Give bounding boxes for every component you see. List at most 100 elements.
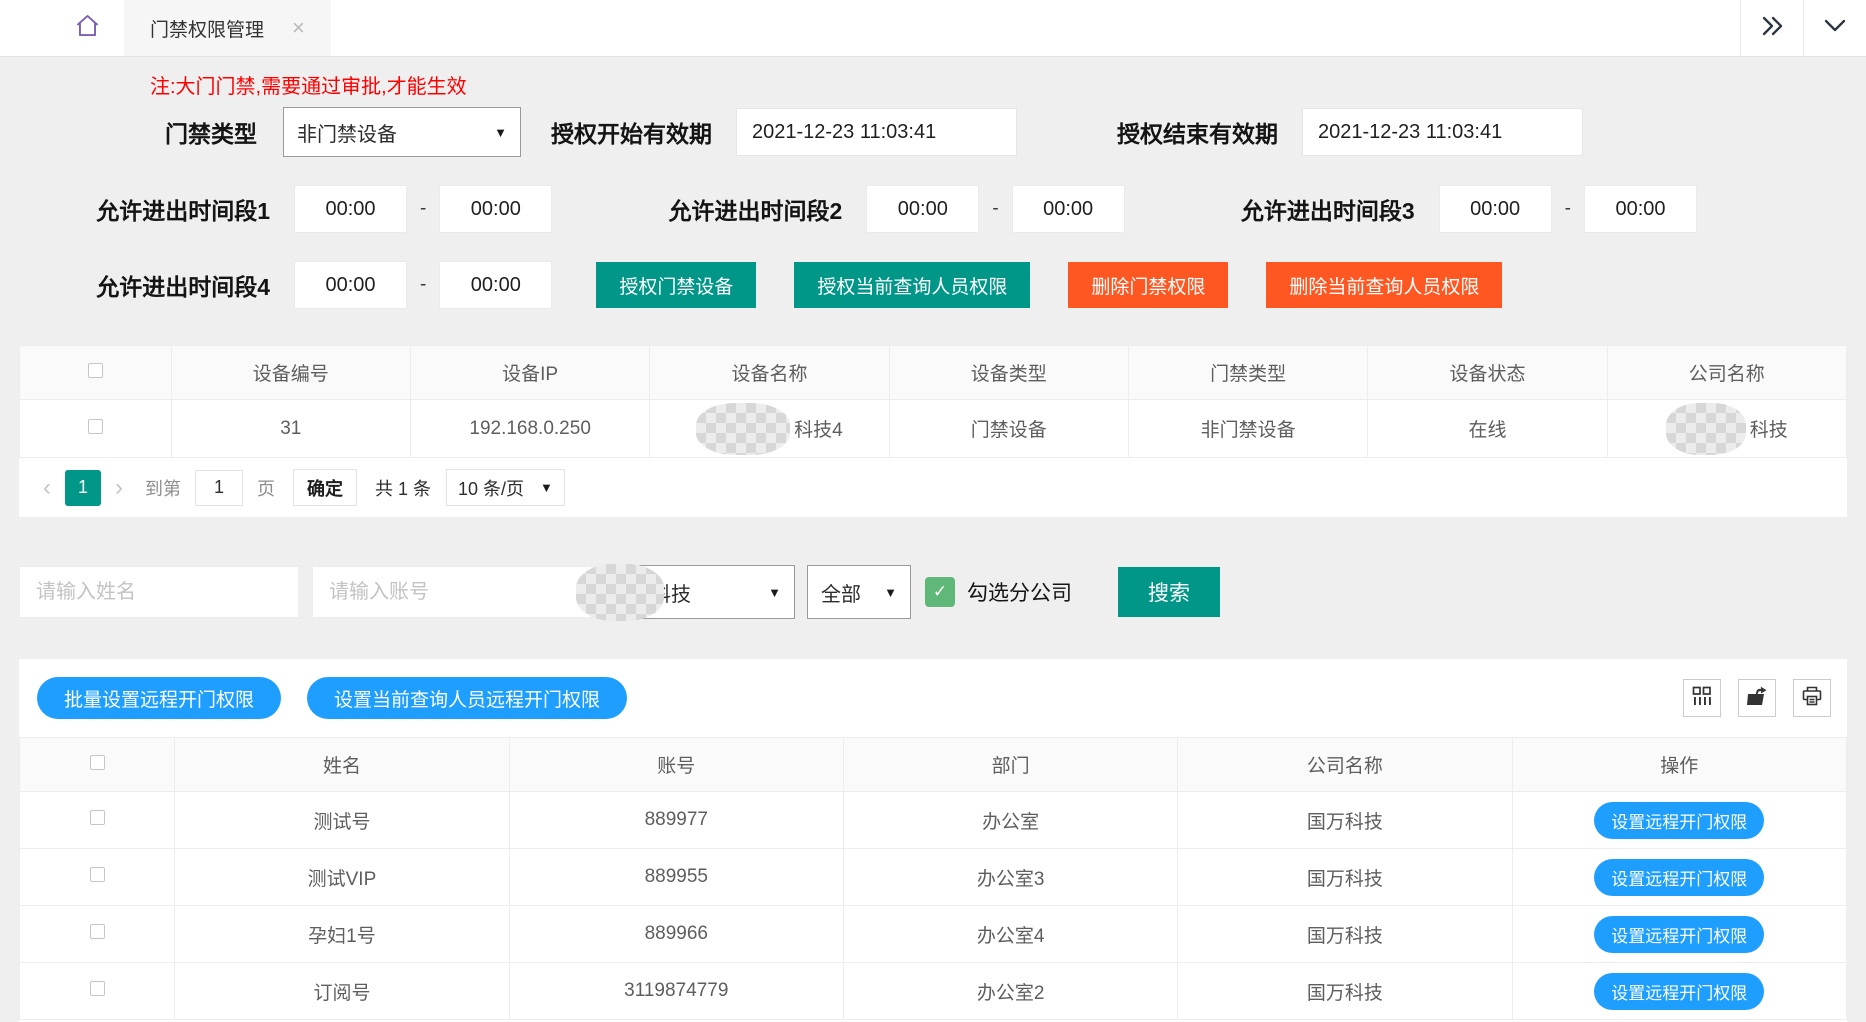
- tab-menu-button[interactable]: [1803, 0, 1866, 56]
- branch-checkbox-label: 勾选分公司: [967, 577, 1072, 607]
- authorize-device-button[interactable]: 授权门禁设备: [596, 262, 756, 308]
- tab-door-permission[interactable]: 门禁权限管理 ×: [124, 0, 331, 56]
- department-cell: 办公室3: [843, 849, 1177, 906]
- select-all-checkbox[interactable]: [90, 755, 105, 770]
- person-name-cell: 孕妇1号: [175, 906, 509, 963]
- department-cell: 办公室2: [843, 963, 1177, 1020]
- person-table-header-row: 姓名 账号 部门 公司名称 操作: [20, 738, 1847, 792]
- current-page-button[interactable]: 1: [65, 470, 101, 506]
- page-label: 页: [257, 475, 275, 501]
- company-cell: 国万科技: [1178, 792, 1512, 849]
- company-select[interactable]: 科技 ▼: [605, 565, 795, 619]
- period-2-label: 允许进出时间段2: [608, 192, 842, 226]
- delete-current-persons-button[interactable]: 删除当前查询人员权限: [1266, 262, 1502, 308]
- select-all-cell: [20, 346, 172, 400]
- period-1-label: 允许进出时间段1: [36, 192, 270, 226]
- period-2-to-input[interactable]: [1012, 185, 1125, 233]
- period-4-label: 允许进出时间段4: [36, 268, 270, 302]
- row-checkbox[interactable]: [88, 419, 103, 434]
- select-all-cell: [20, 738, 175, 792]
- period-1-from-input[interactable]: [294, 185, 407, 233]
- period-4-to-input[interactable]: [439, 261, 552, 309]
- account-search-input[interactable]: [312, 566, 592, 618]
- authorize-current-persons-button[interactable]: 授权当前查询人员权限: [794, 262, 1030, 308]
- period-2-from-input[interactable]: [866, 185, 979, 233]
- period-group-2: 允许进出时间段2 -: [608, 185, 1124, 233]
- tab-label: 门禁权限管理: [150, 15, 264, 42]
- current-persons-remote-open-button[interactable]: 设置当前查询人员远程开门权限: [307, 677, 627, 719]
- goto-page-input[interactable]: [195, 470, 243, 506]
- time-periods-row-2: 允许进出时间段4 - 授权门禁设备 授权当前查询人员权限 删除门禁权限 删除当前…: [0, 261, 1866, 309]
- row-checkbox[interactable]: [90, 924, 105, 939]
- device-status-cell: 在线: [1368, 400, 1607, 458]
- device-id-cell: 31: [171, 400, 410, 458]
- delete-door-permission-button[interactable]: 删除门禁权限: [1068, 262, 1228, 308]
- column-filter-button[interactable]: [1683, 679, 1721, 717]
- row-checkbox[interactable]: [90, 981, 105, 996]
- person-name-cell: 测试号: [175, 792, 509, 849]
- expand-tabs-button[interactable]: [1740, 0, 1803, 56]
- blurred-text: [696, 403, 790, 455]
- dash-separator: -: [992, 198, 998, 220]
- company-name-cell: 科技: [1607, 400, 1846, 458]
- col-account: 账号: [509, 738, 843, 792]
- set-remote-open-button[interactable]: 设置远程开门权限: [1594, 973, 1764, 1010]
- dash-separator: -: [420, 274, 426, 296]
- row-checkbox[interactable]: [90, 867, 105, 882]
- row-checkbox[interactable]: [90, 810, 105, 825]
- name-search-input[interactable]: [19, 566, 299, 618]
- auth-start-input[interactable]: [736, 108, 1017, 156]
- auth-end-label: 授权结束有效期: [1117, 115, 1278, 149]
- print-button[interactable]: [1793, 679, 1831, 717]
- goto-label: 到第: [145, 475, 181, 501]
- next-page-button[interactable]: ›: [105, 476, 133, 500]
- period-3-from-input[interactable]: [1439, 185, 1552, 233]
- period-3-to-input[interactable]: [1584, 185, 1697, 233]
- prev-page-button[interactable]: ‹: [33, 476, 61, 500]
- period-4-from-input[interactable]: [294, 261, 407, 309]
- period-group-3: 允许进出时间段3 -: [1181, 185, 1697, 233]
- device-table: 设备编号 设备IP 设备名称 设备类型 门禁类型 设备状态 公司名称 31 19…: [19, 345, 1847, 458]
- door-type-select[interactable]: 非门禁设备 ▼: [283, 107, 521, 157]
- actions-cell: 设置远程开门权限: [1512, 792, 1846, 849]
- set-remote-open-button[interactable]: 设置远程开门权限: [1594, 916, 1764, 953]
- select-all-checkbox[interactable]: [88, 363, 103, 378]
- period-group-1: 允许进出时间段1 -: [36, 185, 552, 233]
- set-remote-open-button[interactable]: 设置远程开门权限: [1594, 802, 1764, 839]
- row-select-cell: [20, 849, 175, 906]
- row-select-cell: [20, 792, 175, 849]
- printer-icon: [1802, 686, 1822, 711]
- row-select-cell: [20, 906, 175, 963]
- device-table-row: 31 192.168.0.250 科技4 门禁设备 非门禁设备 在线 科技: [20, 400, 1847, 458]
- period-1-to-input[interactable]: [439, 185, 552, 233]
- batch-remote-open-button[interactable]: 批量设置远程开门权限: [37, 677, 281, 719]
- total-count-label: 共 1 条: [375, 475, 431, 501]
- col-person-name: 姓名: [175, 738, 509, 792]
- export-icon: [1747, 686, 1768, 711]
- col-device-type: 设备类型: [889, 346, 1128, 400]
- tabbar-controls: [1740, 0, 1866, 56]
- branch-checkbox[interactable]: ✓: [925, 577, 955, 607]
- col-device-status: 设备状态: [1368, 346, 1607, 400]
- pagination-bar: ‹ 1 › 到第 页 确定 共 1 条 10 条/页 ▼: [19, 458, 1847, 517]
- page-size-select[interactable]: 10 条/页 ▼: [446, 469, 565, 506]
- approval-note: 注:大门门禁,需要通过审批,才能生效: [150, 70, 1866, 99]
- scope-select[interactable]: 全部 ▼: [807, 565, 911, 619]
- goto-confirm-button[interactable]: 确定: [293, 469, 357, 506]
- period-3-label: 允许进出时间段3: [1181, 192, 1415, 226]
- close-icon[interactable]: ×: [292, 17, 305, 39]
- auth-end-input[interactable]: [1302, 108, 1583, 156]
- actions-cell: 设置远程开门权限: [1512, 906, 1846, 963]
- company-cell: 国万科技: [1178, 963, 1512, 1020]
- device-table-panel: 设备编号 设备IP 设备名称 设备类型 门禁类型 设备状态 公司名称 31 19…: [19, 345, 1847, 517]
- person-table-row: 孕妇1号 889966 办公室4 国万科技 设置远程开门权限: [20, 906, 1847, 963]
- set-remote-open-button[interactable]: 设置远程开门权限: [1594, 859, 1764, 896]
- col-device-name: 设备名称: [650, 346, 889, 400]
- person-search-row: 科技 ▼ 全部 ▼ ✓ 勾选分公司 搜索: [0, 565, 1866, 619]
- home-button[interactable]: [50, 0, 124, 56]
- export-button[interactable]: [1738, 679, 1776, 717]
- company-cell: 国万科技: [1178, 906, 1512, 963]
- period-group-4: 允许进出时间段4 -: [36, 261, 552, 309]
- department-cell: 办公室: [843, 792, 1177, 849]
- search-button[interactable]: 搜索: [1118, 567, 1220, 617]
